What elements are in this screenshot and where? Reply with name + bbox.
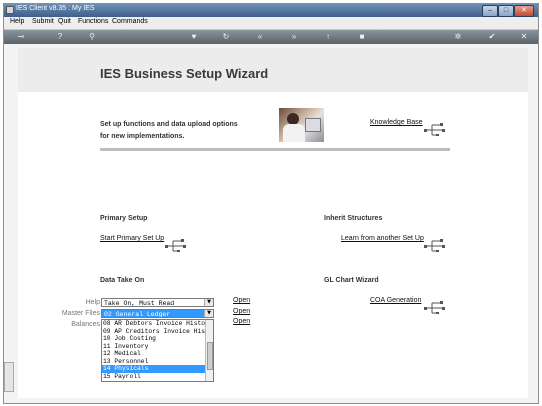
menu-quit[interactable]: Quit [58,18,71,25]
tree-icon[interactable] [424,238,446,252]
gl-chart-wizard-title: GL Chart Wizard [324,277,379,284]
window-title: IES Client v8.35 : My IES [16,5,95,12]
coa-generation-link[interactable]: COA Generation [370,297,421,304]
list-item[interactable]: 12 Medical [102,350,213,358]
list-item-selected[interactable]: 14 Physicals [102,365,213,373]
menu-commands[interactable]: Commands [112,18,148,25]
list-item[interactable]: 10 Job Costing [102,335,213,343]
side-tab[interactable] [4,362,14,392]
help-select[interactable]: Take On, Must Read ▼ [101,298,214,307]
intro-line-1: Set up functions and data upload options [100,121,238,128]
app-icon [6,6,14,14]
minimize-button[interactable]: – [482,5,498,17]
primary-setup-title: Primary Setup [100,215,148,222]
heart-icon[interactable]: ♥ [188,32,200,42]
menu-help[interactable]: Help [10,18,24,25]
tree-icon[interactable] [424,300,446,314]
page-title: IES Business Setup Wizard [100,66,269,81]
toolbar: ⊸ ? ⚲ ♥ ↻ « » ↑ ■ ✲ ✔ ✕ [4,30,538,44]
balances-label: Balances [71,321,100,328]
data-take-on-title: Data Take On [100,277,145,284]
title-bar: IES Client v8.35 : My IES – □ ✕ [4,4,538,17]
stop-icon[interactable]: ■ [356,32,368,42]
divider [100,148,450,151]
refresh-icon[interactable]: ↻ [220,32,232,42]
check-icon[interactable]: ✔ [486,32,498,42]
inherit-structures-title: Inherit Structures [324,215,383,222]
help-label: Help [85,299,100,306]
menu-bar: Help Submit Quit Functions Commands [4,17,538,30]
list-item[interactable]: 08 AR Debtors Invoice Histor [102,320,213,328]
rewind-icon[interactable]: « [254,32,266,42]
chevron-down-icon[interactable]: ▼ [204,299,213,306]
intro-line-2: for new implementations. [100,133,185,140]
master-files-select-value: 02 General Ledger [104,311,171,318]
search-icon[interactable]: ⚲ [86,32,98,42]
monitor-shape [305,118,321,132]
key-icon[interactable]: ⊸ [12,32,30,42]
app-window: IES Client v8.35 : My IES – □ ✕ Help Sub… [3,3,539,404]
close-window-button[interactable]: ✕ [514,5,534,17]
forward-icon[interactable]: » [288,32,300,42]
help-select-value: Take On, Must Read [104,300,175,307]
close-icon[interactable]: ✕ [518,32,530,42]
start-primary-setup-link[interactable]: Start Primary Set Up [100,235,164,242]
header-band: IES Business Setup Wizard [18,48,528,92]
learn-from-another-setup-link[interactable]: Learn from another Set Up [341,235,424,242]
help-icon[interactable]: ? [54,32,66,42]
master-files-dropdown-list[interactable]: 08 AR Debtors Invoice Histor 09 AP Credi… [101,319,214,382]
intro-text: Set up functions and data upload options… [100,119,260,143]
help-open-link[interactable]: Open [233,297,250,304]
wizard-panel: IES Business Setup Wizard Set up functio… [18,48,528,398]
dropdown-scrollbar[interactable] [205,320,213,381]
list-item[interactable]: 11 Inventory [102,343,213,351]
person-body-shape [283,124,305,142]
menu-functions[interactable]: Functions [78,18,108,25]
tree-icon[interactable] [165,238,187,252]
balances-open-link[interactable]: Open [233,318,250,325]
chevron-down-icon[interactable]: ▼ [204,310,213,317]
list-item[interactable]: 13 Personnel [102,358,213,366]
knowledge-base-link[interactable]: Knowledge Base [370,119,423,126]
scrollbar-thumb[interactable] [207,342,213,370]
gear-icon[interactable]: ✲ [452,32,464,42]
tree-icon[interactable] [424,122,446,136]
list-item[interactable]: 15 Payroll [102,373,213,381]
master-files-open-link[interactable]: Open [233,308,250,315]
office-photo [279,108,324,142]
list-item[interactable]: 09 AP Creditors Invoice Hist [102,328,213,336]
maximize-button[interactable]: □ [498,5,514,17]
master-files-select[interactable]: 02 General Ledger ▼ [101,309,214,318]
master-files-label: Master Files [61,310,100,317]
up-icon[interactable]: ↑ [322,32,334,42]
menu-submit[interactable]: Submit [32,18,54,25]
